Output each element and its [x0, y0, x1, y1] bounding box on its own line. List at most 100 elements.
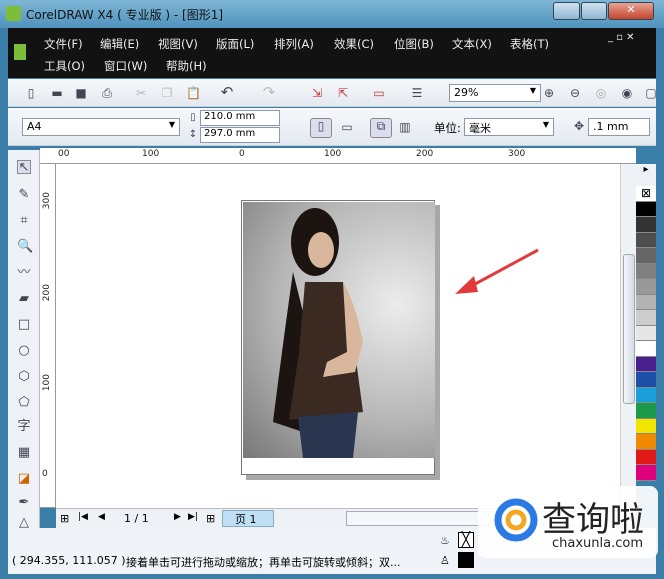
menu-text[interactable]: 文本(X) — [452, 36, 492, 52]
menu-view[interactable]: 视图(V) — [158, 36, 198, 52]
vertical-scrollbar[interactable] — [620, 164, 636, 508]
standard-toolbar: ▯ ▬ ■ ⎙ ✂ ❐ 📋 ↶ ↷ ⇲ ⇱ ▭ ☰ 29% ▼ ⊕ ⊖ ◎ ◉ ▢ — [8, 79, 658, 107]
page-tab-1[interactable]: 页 1 — [222, 510, 274, 527]
color-swatch[interactable] — [636, 294, 656, 310]
units-select[interactable]: 毫米 ▼ — [464, 118, 554, 136]
color-swatch[interactable] — [636, 341, 656, 357]
zoom-out-icon[interactable]: ⊖ — [568, 86, 582, 100]
horizontal-ruler[interactable]: 00 100 0 100 200 300 — [40, 148, 636, 164]
nudge-icon: ✥ — [573, 119, 585, 133]
add-page-before-icon[interactable]: ⊞ — [60, 512, 69, 525]
color-swatch[interactable] — [636, 217, 656, 233]
table-tool-icon[interactable]: ▦ — [17, 446, 31, 460]
rectangle-tool-icon[interactable]: □ — [17, 318, 31, 332]
portrait-icon[interactable]: ▯ — [310, 118, 332, 138]
document-page[interactable] — [241, 200, 435, 475]
zoom-all-icon[interactable]: ◉ — [620, 86, 634, 100]
menu-bitmaps[interactable]: 位图(B) — [394, 36, 434, 52]
cursor-coordinates: ( 294.355, 111.057 ) — [12, 554, 126, 567]
smart-fill-icon[interactable]: ▰ — [17, 292, 31, 306]
current-page-icon[interactable]: ▥ — [398, 120, 412, 134]
zoom-selected-icon[interactable]: ◎ — [594, 86, 608, 100]
print-icon[interactable]: ⎙ — [100, 86, 114, 100]
vertical-ruler[interactable]: 300 200 100 0 — [40, 164, 56, 508]
color-swatch[interactable] — [636, 279, 656, 295]
zoom-tool-icon[interactable]: 🔍 — [17, 240, 33, 254]
outline-color-swatch[interactable] — [458, 552, 474, 568]
copy-icon[interactable]: ❐ — [160, 86, 174, 100]
text-tool-icon[interactable]: 字 — [17, 420, 31, 434]
save-icon[interactable]: ■ — [74, 86, 88, 100]
first-page-icon[interactable]: |◀ — [78, 512, 88, 522]
status-message: 接着单击可进行拖动或缩放；再单击可旋转或倾斜；双... — [126, 556, 401, 569]
ruler-label: 0 — [42, 469, 48, 479]
maximize-button[interactable] — [581, 2, 607, 20]
menu-edit[interactable]: 编辑(E) — [100, 36, 139, 52]
color-swatch[interactable] — [636, 418, 656, 434]
color-swatch[interactable] — [636, 449, 656, 465]
freehand-tool-icon[interactable]: 〰 — [17, 266, 31, 280]
last-page-icon[interactable]: ▶| — [188, 512, 198, 522]
cut-icon[interactable]: ✂ — [134, 86, 148, 100]
open-icon[interactable]: ▬ — [50, 86, 64, 100]
zoom-in-icon[interactable]: ⊕ — [542, 86, 556, 100]
page-width-input[interactable]: 210.0 mm — [200, 110, 280, 126]
menu-layout[interactable]: 版面(L) — [216, 36, 254, 52]
color-swatch[interactable] — [636, 325, 656, 341]
new-icon[interactable]: ▯ — [24, 86, 38, 100]
palette-scroll-up[interactable]: ▸ — [636, 164, 656, 186]
minimize-button[interactable] — [553, 2, 580, 20]
menu-effects[interactable]: 效果(C) — [334, 36, 374, 52]
color-swatch[interactable] — [636, 465, 656, 481]
basic-shapes-icon[interactable]: ⬠ — [17, 396, 31, 410]
fill-none-swatch[interactable]: ╳ — [458, 532, 474, 548]
paper-type-select[interactable]: A4 ▼ — [22, 118, 180, 136]
color-swatch[interactable] — [636, 232, 656, 248]
color-swatch[interactable] — [636, 434, 656, 450]
menu-help[interactable]: 帮助(H) — [166, 58, 207, 74]
menu-window[interactable]: 窗口(W) — [104, 58, 147, 74]
zoom-page-icon[interactable]: ▢ — [644, 86, 658, 100]
export-icon[interactable]: ⇱ — [336, 86, 350, 100]
menu-arrange[interactable]: 排列(A) — [274, 36, 314, 52]
photo-image[interactable] — [243, 202, 435, 458]
page-counter: 1 / 1 — [124, 512, 149, 525]
crop-tool-icon[interactable]: ⌗ — [17, 214, 31, 228]
add-page-after-icon[interactable]: ⊞ — [206, 512, 215, 525]
interactive-tool-icon[interactable]: ◪ — [17, 472, 31, 486]
prev-page-icon[interactable]: ◀ — [98, 512, 105, 522]
zoom-level-select[interactable]: 29% ▼ — [449, 84, 541, 102]
color-swatch[interactable] — [636, 356, 656, 372]
import-icon[interactable]: ⇲ — [310, 86, 324, 100]
next-page-icon[interactable]: ▶ — [174, 512, 181, 522]
application-launcher-icon[interactable]: ▭ — [372, 86, 386, 100]
page-height-input[interactable]: 297.0 mm — [200, 127, 280, 143]
menu-table[interactable]: 表格(T) — [510, 36, 549, 52]
welcome-screen-icon[interactable]: ☰ — [410, 86, 424, 100]
color-swatch[interactable] — [636, 403, 656, 419]
color-swatch[interactable] — [636, 372, 656, 388]
close-button[interactable]: ✕ — [608, 2, 654, 20]
vertical-scroll-thumb[interactable] — [623, 254, 635, 404]
undo-icon[interactable]: ↶ — [220, 85, 234, 100]
color-swatch[interactable] — [636, 201, 656, 217]
shape-tool-icon[interactable]: ✎ — [17, 188, 31, 202]
title-bar: CorelDRAW X4 ( 专业版 ) - [图形1] ✕ — [0, 0, 664, 28]
eyedropper-icon[interactable]: ✒ — [17, 496, 31, 510]
pick-tool-icon[interactable]: ↖ — [17, 160, 31, 175]
color-swatch[interactable] — [636, 248, 656, 264]
all-pages-icon[interactable]: ⧉ — [370, 118, 392, 138]
nudge-distance-input[interactable]: .1 mm — [588, 118, 650, 136]
doc-controls[interactable]: _ ▫ ✕ — [608, 32, 635, 43]
redo-icon[interactable]: ↷ — [262, 85, 276, 100]
menu-tools[interactable]: 工具(O) — [44, 58, 85, 74]
ellipse-tool-icon[interactable]: ○ — [17, 344, 31, 358]
no-color-swatch[interactable]: ⊠ — [636, 186, 656, 202]
color-swatch[interactable] — [636, 310, 656, 326]
paste-icon[interactable]: 📋 — [186, 86, 201, 100]
polygon-tool-icon[interactable]: ⬡ — [17, 370, 31, 384]
color-swatch[interactable] — [636, 263, 656, 279]
landscape-icon[interactable]: ▭ — [340, 120, 354, 134]
color-swatch[interactable] — [636, 387, 656, 403]
menu-file[interactable]: 文件(F) — [44, 36, 83, 52]
